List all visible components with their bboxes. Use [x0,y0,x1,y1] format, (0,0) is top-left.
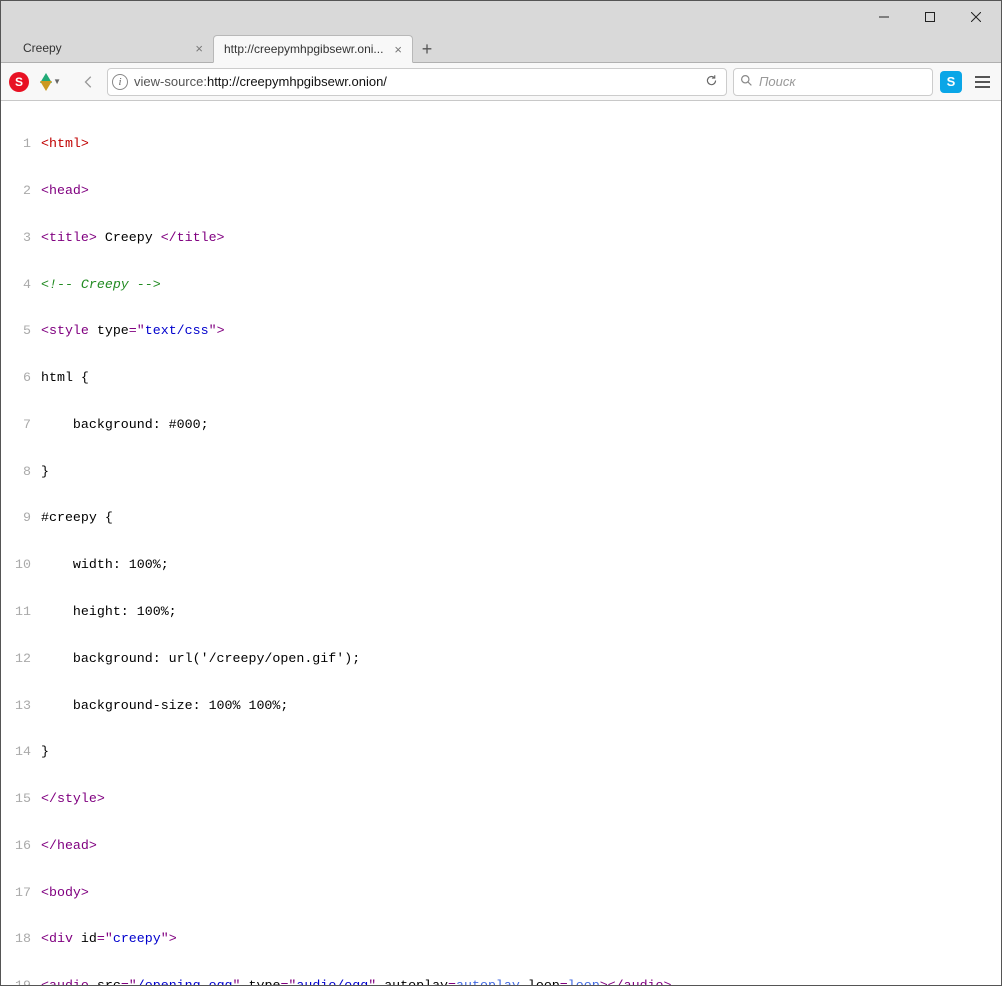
site-info-icon[interactable]: i [112,74,128,90]
reload-button[interactable] [701,74,722,90]
page-content: 1<html> 2<head> 3<title> Creepy </title>… [1,101,1001,985]
source-code[interactable]: 1<html> 2<head> 3<title> Creepy </title>… [1,105,1001,985]
tab-strip: Creepy × http://creepymhpgibsewr.oni... … [1,33,1001,63]
tab-viewsource[interactable]: http://creepymhpgibsewr.oni... × [213,35,413,63]
maximize-button[interactable] [907,2,953,32]
address-bar[interactable]: i view-source:http://creepymhpgibsewr.on… [107,68,727,96]
skype-extension-icon[interactable]: S [939,70,963,94]
plus-icon: + [422,39,433,60]
window-titlebar [1,1,1001,33]
menu-button[interactable] [969,69,995,95]
url-text: view-source:http://creepymhpgibsewr.onio… [134,74,695,89]
search-box[interactable]: Поиск [733,68,933,96]
search-icon [740,74,753,90]
tab-creepy[interactable]: Creepy × [13,34,213,62]
minimize-button[interactable] [861,2,907,32]
close-button[interactable] [953,2,999,32]
back-button[interactable] [77,70,101,94]
noscript-extension-icon[interactable]: S [7,70,31,94]
tab-close-icon[interactable]: × [195,42,203,55]
new-tab-button[interactable]: + [413,36,441,62]
tab-close-icon[interactable]: × [394,43,402,56]
toolbar: S ▼ i view-source:http://creepymhpgibsew… [1,63,1001,101]
tab-label: Creepy [23,41,195,55]
search-placeholder: Поиск [759,74,796,89]
tab-label: http://creepymhpgibsewr.oni... [224,42,394,56]
https-everywhere-icon[interactable]: ▼ [37,70,61,94]
dropdown-caret-icon: ▼ [53,77,61,86]
